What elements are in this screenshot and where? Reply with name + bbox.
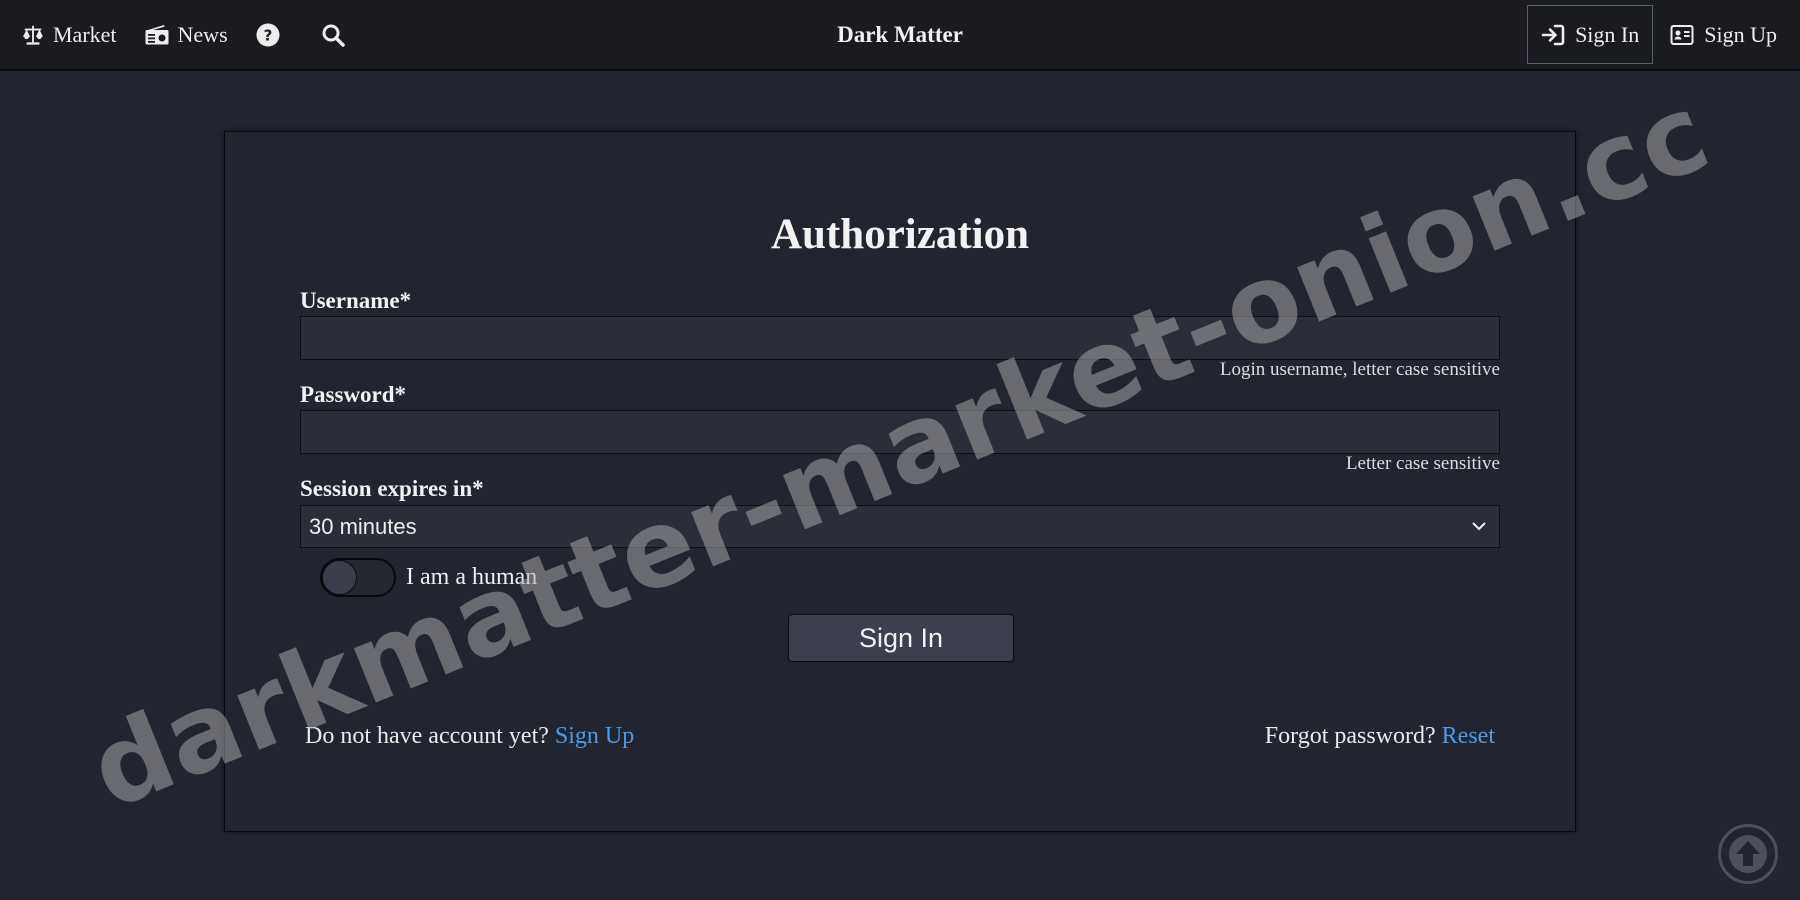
chevron-down-icon xyxy=(1472,522,1486,531)
username-label: Username* xyxy=(300,288,412,313)
nav-right-group: Sign In Sign Up xyxy=(1527,5,1790,64)
session-label: Session expires in* xyxy=(300,476,484,501)
username-field[interactable] xyxy=(300,316,1500,360)
signup-prompt: Do not have account yet? Sign Up xyxy=(305,723,634,750)
toggle-knob xyxy=(322,560,357,595)
scroll-to-top-button[interactable] xyxy=(1718,824,1778,884)
search-icon xyxy=(322,24,345,47)
nav-market[interactable]: Market xyxy=(22,22,117,48)
question-circle-icon: ? xyxy=(256,23,280,46)
human-toggle-row: I am a human xyxy=(320,558,537,597)
arrow-up-circle-icon xyxy=(1729,835,1767,873)
nav-sign-in-label: Sign In xyxy=(1575,21,1640,47)
reset-prompt: Forgot password? Reset xyxy=(1265,723,1495,750)
session-select[interactable]: 30 minutes xyxy=(300,505,1500,548)
nav-sign-in-button[interactable]: Sign In xyxy=(1527,5,1654,64)
radio-icon xyxy=(145,24,169,44)
nav-left-group: Market News ? xyxy=(22,0,386,69)
nav-search[interactable] xyxy=(321,23,354,47)
human-toggle[interactable] xyxy=(320,558,396,597)
nav-sign-up-button[interactable]: Sign Up xyxy=(1657,5,1790,64)
sign-in-button[interactable]: Sign In xyxy=(788,614,1014,662)
top-navbar: Market News ? Dark Matter Sign In Sign U… xyxy=(0,0,1800,71)
password-help: Letter case sensitive xyxy=(1345,453,1500,474)
id-card-icon xyxy=(1670,24,1694,45)
session-select-value: 30 minutes xyxy=(309,513,417,539)
nav-market-label: Market xyxy=(53,21,117,47)
sign-in-icon xyxy=(1541,24,1565,45)
username-help: Login username, letter case sensitive xyxy=(1219,359,1500,380)
reset-link[interactable]: Reset xyxy=(1442,723,1495,749)
human-toggle-label: I am a human xyxy=(406,564,538,590)
forgot-password-text: Forgot password? xyxy=(1264,723,1436,749)
sign-up-link[interactable]: Sign Up xyxy=(555,723,634,749)
password-field[interactable] xyxy=(300,410,1500,454)
nav-news-label: News xyxy=(177,21,228,47)
password-label: Password* xyxy=(300,382,407,407)
nav-sign-up-label: Sign Up xyxy=(1704,21,1777,47)
svg-text:?: ? xyxy=(263,26,272,44)
nav-news[interactable]: News xyxy=(145,22,228,48)
no-account-text: Do not have account yet? xyxy=(305,723,549,749)
scale-icon xyxy=(22,25,44,45)
nav-help[interactable]: ? xyxy=(256,23,289,47)
page-title: Authorization xyxy=(771,211,1029,258)
authorization-card: Authorization Username* Login username, … xyxy=(224,131,1576,832)
